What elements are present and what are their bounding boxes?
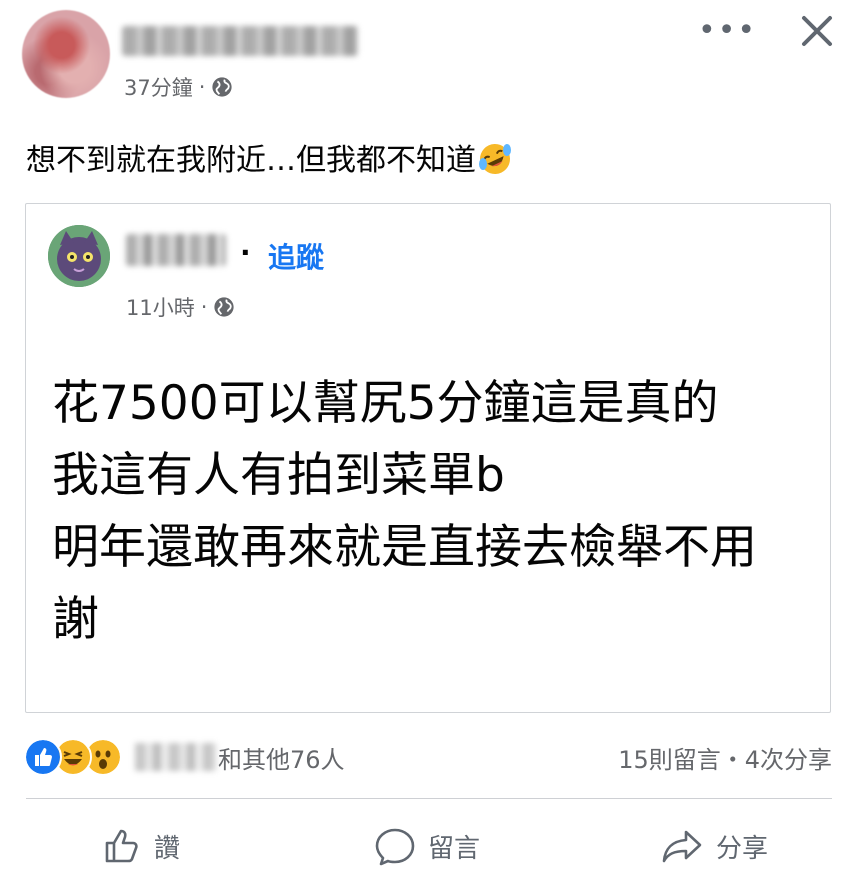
shared-meta: 11小時 · bbox=[126, 292, 235, 322]
name-separator: · bbox=[240, 236, 251, 269]
like-label: 讚 bbox=[154, 833, 181, 864]
globe-icon bbox=[214, 297, 235, 317]
share-label: 分享 bbox=[716, 833, 769, 864]
reaction-icons[interactable] bbox=[24, 738, 122, 776]
post-meta: 37分鐘 · bbox=[124, 72, 233, 102]
globe-icon bbox=[212, 77, 233, 97]
shared-time[interactable]: 11小時 bbox=[126, 292, 195, 322]
shared-author-avatar[interactable] bbox=[48, 225, 110, 287]
cat-avatar-icon bbox=[48, 225, 110, 287]
post-text-content: 想不到就在我附近…但我都不知道 bbox=[26, 143, 476, 178]
post-time[interactable]: 37分鐘 bbox=[124, 72, 193, 102]
share-button[interactable]: 分享 bbox=[660, 826, 768, 866]
shared-post-text: 花7500可以幫尻5分鐘這是真的 我這有人有拍到菜單b 明年還敢再來就是直接去檢… bbox=[52, 376, 757, 647]
like-button[interactable]: 讚 bbox=[102, 826, 180, 866]
close-icon[interactable] bbox=[800, 14, 834, 48]
thumbs-up-icon bbox=[105, 829, 138, 863]
reactor-names-blurred[interactable] bbox=[135, 743, 217, 771]
comment-bubble-icon bbox=[375, 828, 415, 866]
more-options-icon[interactable]: ••• bbox=[698, 16, 757, 46]
comment-button[interactable]: 留言 bbox=[374, 826, 480, 866]
meta-separator: · bbox=[198, 75, 206, 99]
author-avatar[interactable] bbox=[22, 10, 110, 98]
post-text: 想不到就在我附近…但我都不知道 bbox=[26, 141, 512, 181]
share-arrow-icon bbox=[662, 830, 702, 863]
comment-share-counts[interactable]: 15則留言・4次分享 bbox=[618, 740, 832, 775]
divider bbox=[26, 798, 832, 799]
reaction-count[interactable]: 和其他76人 bbox=[218, 740, 345, 775]
author-name-blurred[interactable] bbox=[122, 26, 358, 56]
follow-button[interactable]: 追蹤 bbox=[268, 236, 324, 276]
like-reaction-icon bbox=[24, 738, 62, 776]
shared-author-name-blurred[interactable] bbox=[126, 234, 226, 266]
laughing-crying-emoji-icon bbox=[479, 144, 511, 174]
comment-label: 留言 bbox=[428, 833, 481, 864]
meta-separator: · bbox=[200, 295, 208, 319]
